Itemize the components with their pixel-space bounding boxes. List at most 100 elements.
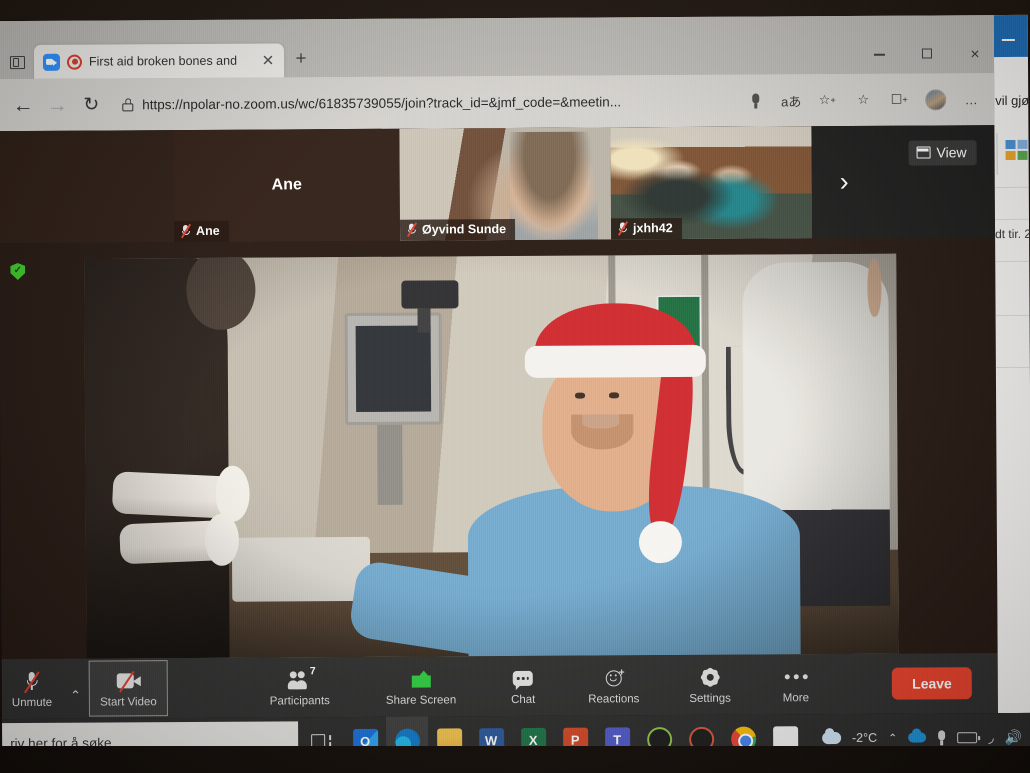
back-button[interactable]: ← [6, 88, 40, 122]
battery-icon[interactable] [957, 731, 978, 743]
participant-thumbnail[interactable]: jxhh42 [610, 126, 813, 240]
participant-name: Øyvind Sunde [421, 222, 507, 237]
new-tab-button[interactable]: + [284, 43, 318, 77]
chevron-right-icon: › [839, 166, 849, 197]
tab-title: First aid broken bones and [88, 53, 238, 69]
share-screen-label: Share Screen [385, 693, 457, 707]
close-button[interactable]: ✕ [964, 47, 986, 61]
mic-muted-icon [617, 221, 628, 236]
chat-label: Chat [511, 693, 536, 706]
background-window-right[interactable]: vil gjør dt tir. 2· [993, 14, 1030, 714]
mic-muted-icon [180, 223, 191, 239]
gear-icon [695, 665, 725, 689]
participant-initial-name: Ane [271, 176, 302, 194]
participants-icon: 7 [285, 664, 316, 692]
read-aloud-icon[interactable]: aあ [776, 85, 806, 115]
onedrive-icon[interactable] [908, 732, 927, 743]
reload-button[interactable]: ↻ [74, 87, 108, 121]
wifi-icon[interactable]: ◞ [988, 729, 994, 746]
chat-icon [508, 666, 538, 690]
reactions-button[interactable]: + Reactions [578, 657, 649, 713]
lock-icon [122, 97, 134, 111]
forward-button[interactable]: → [40, 88, 74, 122]
weather-temperature[interactable]: -2°C [852, 731, 877, 745]
favorites-icon[interactable]: ☆ [848, 85, 878, 115]
security-shield-icon[interactable]: ✓ [10, 263, 25, 280]
profile-avatar[interactable] [920, 84, 950, 114]
participant-thumbnail[interactable]: Ane Ane [173, 128, 401, 243]
url-text: https://npolar-no.zoom.us/wc/61835739055… [142, 93, 622, 112]
mic-muted-icon [406, 222, 417, 237]
reactions-label: Reactions [588, 692, 640, 706]
start-video-label: Start Video [100, 695, 157, 709]
close-icon[interactable]: ✕ [258, 51, 278, 69]
collections-icon[interactable]: ☐ + [884, 85, 914, 115]
photographed-screen-frame: First aid broken bones and ✕ + ✕ ← → ↻ h… [0, 0, 1030, 773]
edge-browser-window: First aid broken bones and ✕ + ✕ ← → ↻ h… [0, 15, 995, 132]
show-hidden-icons-chevron[interactable]: ⌃ [888, 731, 897, 744]
unmute-button[interactable]: Unmute [2, 661, 63, 717]
start-video-button[interactable]: Start Video [88, 660, 168, 717]
settings-more-icon[interactable]: … [956, 84, 986, 114]
window-controls: ✕ [868, 37, 986, 72]
participants-label: Participants [269, 694, 330, 708]
view-button[interactable]: View [908, 140, 977, 166]
participants-button[interactable]: 7 Participants [260, 659, 340, 715]
filmstrip-empty-area: View [876, 125, 996, 238]
settings-button[interactable]: Settings [679, 657, 741, 713]
more-dots-icon [781, 665, 811, 689]
shield-check-glyph: ✓ [13, 265, 22, 277]
background-window-minimize[interactable] [1001, 38, 1015, 41]
reactions-icon: + [599, 666, 629, 690]
address-bar[interactable]: https://npolar-no.zoom.us/wc/61835739055… [112, 86, 740, 120]
volume-icon[interactable]: 🔊 [1005, 728, 1023, 745]
zoom-favicon [42, 53, 61, 71]
participants-count-badge: 7 [309, 664, 316, 677]
browser-navigation-bar: ← → ↻ https://npolar-no.zoom.us/wc/61835… [0, 73, 995, 132]
view-grid-icon [916, 146, 931, 159]
filmstrip-next-button[interactable]: › [811, 125, 878, 239]
cloud-icon [821, 732, 841, 745]
camera-off-icon [113, 669, 143, 693]
recording-dot-icon [66, 54, 83, 70]
monitor-bezel-bottom [0, 746, 1030, 773]
microphone-icon[interactable] [740, 85, 770, 115]
view-button-label: View [936, 144, 967, 161]
settings-label: Settings [689, 692, 731, 705]
audio-options-caret[interactable]: ⌃ [62, 688, 89, 704]
zoom-control-bar: Unmute ⌃ Start Video 7 Participants Shar… [1, 653, 998, 720]
background-window-titlebar [993, 14, 1028, 58]
participant-thumbnail[interactable]: Øyvind Sunde [399, 127, 612, 241]
add-to-favorites-icon[interactable]: ☆ + [812, 85, 842, 115]
share-screen-icon [406, 667, 436, 691]
participant-name: Ane [195, 223, 220, 238]
unmute-label: Unmute [11, 696, 53, 709]
tab-list-icon[interactable] [0, 45, 34, 79]
screen-surface: First aid broken bones and ✕ + ✕ ← → ↻ h… [0, 14, 1030, 768]
more-button[interactable]: More [771, 656, 821, 712]
maximize-button[interactable] [916, 47, 938, 61]
leave-button[interactable]: Leave [892, 667, 972, 700]
filmstrip-left-padding [0, 130, 175, 244]
background-window-text: vil gjør [995, 92, 1030, 109]
microphone-muted-icon [17, 669, 47, 694]
system-tray: -2°C ⌃ ◞ 🔊 [821, 728, 1030, 746]
active-speaker-video[interactable]: Lege Troll [84, 253, 899, 659]
chat-button[interactable]: Chat [498, 658, 548, 714]
microphone-icon[interactable] [937, 729, 946, 745]
participant-filmstrip: Ane Ane Øyvind Sunde jxhh42 › View [0, 125, 996, 244]
participant-name-badge: Øyvind Sunde [399, 218, 516, 241]
app-grid-icon[interactable] [1005, 139, 1028, 160]
participant-name-badge: Ane [173, 220, 229, 243]
browser-tab[interactable]: First aid broken bones and ✕ [33, 43, 285, 79]
participant-name-badge: jxhh42 [610, 217, 682, 240]
minimize-button[interactable] [868, 48, 890, 62]
background-window-date: dt tir. 2· [995, 226, 1030, 242]
browser-toolbar-icons: aあ ☆ + ☆ ☐ + … [740, 84, 986, 116]
zoom-web-client: Ane Ane Øyvind Sunde jxhh42 › View ✓ Unm… [0, 125, 998, 720]
participant-name: jxhh42 [632, 221, 673, 236]
share-screen-button[interactable]: Share Screen [376, 658, 467, 715]
more-label: More [782, 691, 810, 704]
tab-strip: First aid broken bones and ✕ + [0, 37, 994, 79]
video-scene [84, 253, 899, 659]
